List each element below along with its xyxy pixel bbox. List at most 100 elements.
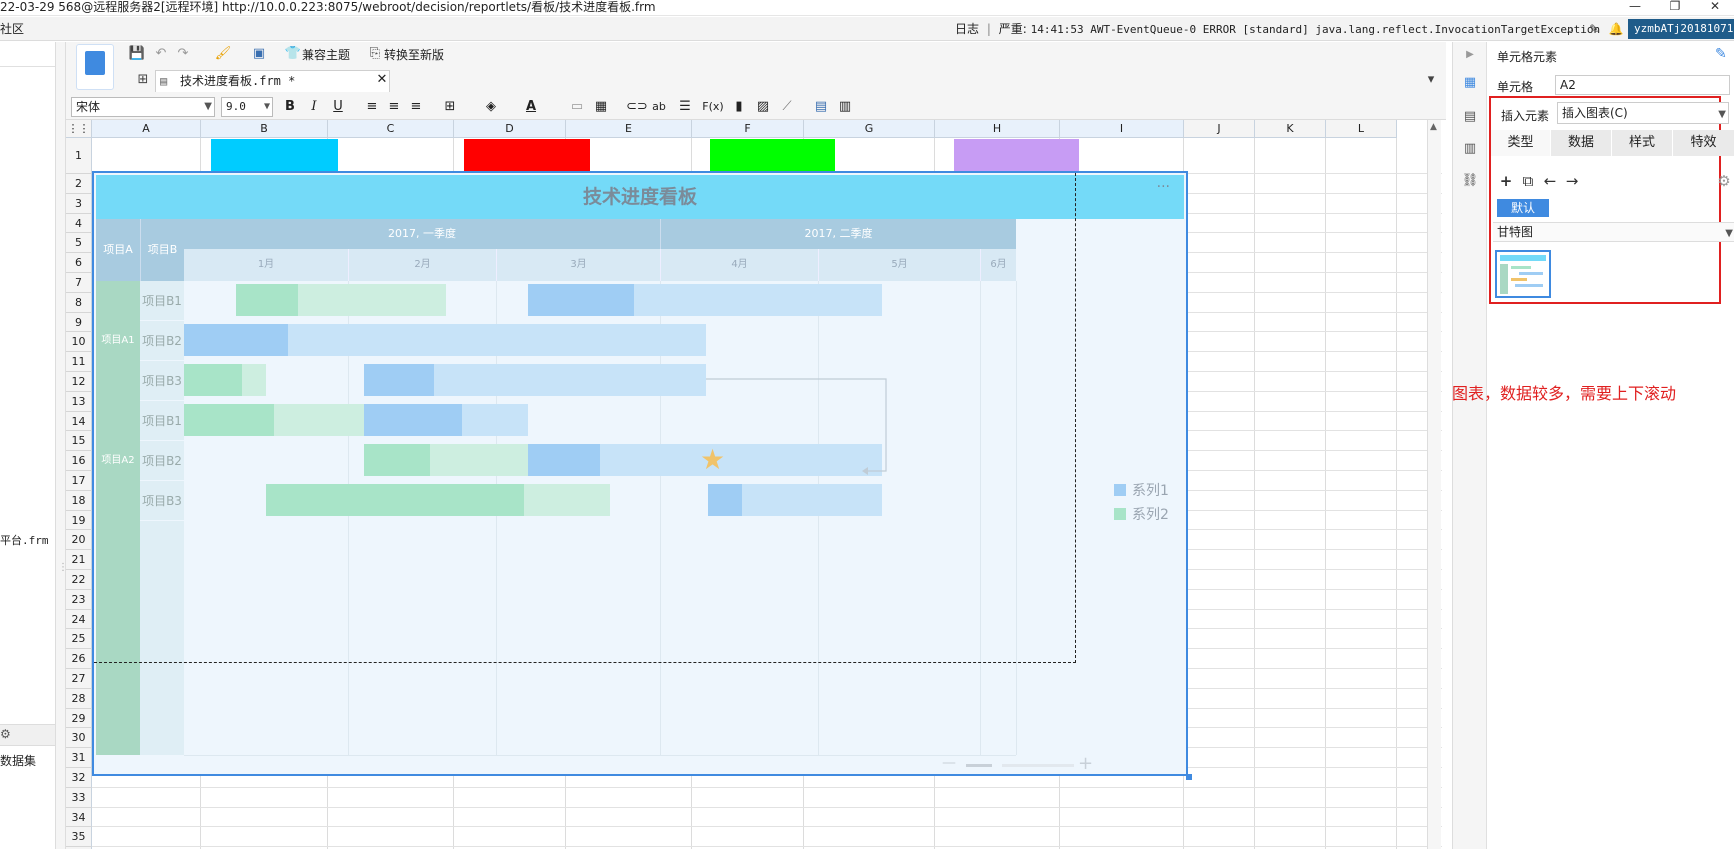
link-icon[interactable]: ⊂⊃	[626, 98, 648, 116]
color-swatch-b1[interactable]	[211, 139, 338, 173]
bold-button[interactable]: B	[281, 98, 299, 116]
hyperlink-icon[interactable]: ⛓	[1461, 172, 1479, 190]
grid-view-icon[interactable]: ⊞	[134, 71, 152, 89]
row-header[interactable]: 16	[66, 451, 92, 471]
tab-effects[interactable]: 特效	[1673, 130, 1734, 156]
row-header[interactable]: 33	[66, 787, 92, 808]
gantt-thumbnail[interactable]	[1495, 250, 1551, 298]
tab-menu-icon[interactable]: ▾	[1422, 71, 1440, 89]
row-header[interactable]: 10	[66, 332, 92, 353]
align-left-icon[interactable]: ≡	[363, 98, 381, 116]
align-right-icon[interactable]: ≡	[407, 98, 425, 116]
tab-data[interactable]: 数据	[1551, 130, 1612, 156]
cell-attr-icon[interactable]: ▤	[1461, 108, 1479, 126]
zoom-handle[interactable]	[966, 764, 992, 767]
sub-report-icon[interactable]: ▥	[836, 98, 854, 116]
convert-icon[interactable]: ⎘	[366, 45, 384, 63]
edit-icon[interactable]: ✎	[1715, 46, 1727, 62]
align-center-icon[interactable]: ≡	[385, 98, 403, 116]
legend-item[interactable]: 系列1	[1114, 479, 1169, 503]
row-header[interactable]: 18	[66, 490, 92, 511]
row-header[interactable]: 34	[66, 807, 92, 828]
theme-icon[interactable]: 👕	[284, 45, 302, 63]
row-header[interactable]: 28	[66, 688, 92, 709]
row-header[interactable]: 8	[66, 292, 92, 313]
file-item[interactable]: 平台.frm	[0, 532, 49, 548]
fill-color-icon[interactable]: ◈	[482, 98, 500, 116]
row-header[interactable]: 30	[66, 728, 92, 749]
row-header[interactable]: 12	[66, 372, 92, 392]
row-header[interactable]: 15	[66, 431, 92, 452]
row-header[interactable]: 3	[66, 193, 92, 214]
column-header[interactable]: I	[1060, 120, 1184, 138]
preview-icon[interactable]: ▣	[250, 45, 268, 63]
border-icon[interactable]: ⊞	[441, 98, 459, 116]
font-color-icon[interactable]: A	[522, 98, 540, 116]
column-header[interactable]: G	[804, 120, 935, 138]
panel-splitter[interactable]: ⋮	[56, 42, 68, 849]
column-header[interactable]: D	[454, 120, 566, 138]
vertical-scrollbar[interactable]: ▲	[1427, 120, 1441, 849]
row-header[interactable]: 14	[66, 411, 92, 432]
chart-type-select[interactable]: 甘特图 ▼	[1493, 222, 1734, 242]
app-menu-button[interactable]	[76, 44, 114, 90]
compat-theme-button[interactable]: 兼容主题	[302, 46, 350, 63]
row-header[interactable]: 9	[66, 312, 92, 333]
redo-icon[interactable]: ↷	[174, 45, 192, 63]
log-message[interactable]: 14:41:53 AWT-EventQueue-0 ERROR [standar…	[1031, 23, 1601, 36]
row-header[interactable]: 7	[66, 273, 92, 293]
arrow-left-icon[interactable]: ←	[1541, 172, 1559, 190]
row-header[interactable]: 20	[66, 530, 92, 551]
row-header[interactable]: 13	[66, 391, 92, 412]
row-header[interactable]: 23	[66, 589, 92, 610]
convert-new-button[interactable]: 转换至新版	[384, 46, 444, 63]
add-icon[interactable]: +	[1497, 172, 1515, 190]
cell-attr-icon[interactable]: ▤	[812, 98, 830, 116]
row-header[interactable]: 11	[66, 352, 92, 372]
dataset-tool-icon[interactable]: ⚙	[0, 727, 11, 741]
row-header[interactable]: 25	[66, 629, 92, 650]
insert-element-select[interactable]: 插入图表(C) ▼	[1557, 102, 1729, 124]
column-header[interactable]: C	[328, 120, 454, 138]
restore-icon[interactable]: ❐	[1660, 0, 1690, 15]
save-icon[interactable]: 💾	[128, 45, 146, 63]
row-header[interactable]: 17	[66, 471, 92, 491]
column-header[interactable]: E	[566, 120, 692, 138]
column-header[interactable]: F	[692, 120, 804, 138]
color-swatch-h1[interactable]	[954, 139, 1079, 173]
row-header[interactable]: 27	[66, 669, 92, 689]
column-header[interactable]: J	[1184, 120, 1255, 138]
font-size-select[interactable]: 9.0 ▼	[221, 97, 273, 117]
file-tab[interactable]: ▤ 技术进度看板.frm *	[155, 70, 390, 92]
row-header[interactable]: 32	[66, 768, 92, 788]
row-header[interactable]: 31	[66, 748, 92, 768]
row-header[interactable]: 19	[66, 510, 92, 531]
log-label[interactable]: 日志	[955, 22, 979, 36]
formula-button[interactable]: F(x)	[700, 98, 726, 116]
community-menu[interactable]: 社区	[0, 17, 24, 41]
column-header[interactable]: B	[201, 120, 328, 138]
row-header[interactable]: 29	[66, 708, 92, 729]
text-button[interactable]: ab	[650, 98, 668, 116]
condition-icon[interactable]: ▥	[1461, 140, 1479, 158]
font-family-select[interactable]: 宋体 ▼	[71, 97, 215, 117]
dataset-tab[interactable]: 数据集	[0, 752, 36, 769]
row-header[interactable]: 1	[66, 138, 92, 174]
copy-icon[interactable]: ⧉	[1519, 172, 1537, 190]
row-header[interactable]: 35	[66, 827, 92, 848]
select-all-corner[interactable]: ⋮⋮	[66, 120, 92, 138]
close-tab-icon[interactable]: ✕	[375, 71, 389, 89]
user-account[interactable]: yzmbATj20181071	[1628, 19, 1734, 39]
column-header[interactable]: L	[1326, 120, 1397, 138]
row-header[interactable]: 6	[66, 253, 92, 273]
arrow-right-icon[interactable]: →	[1563, 172, 1581, 190]
paragraph-icon[interactable]: ☰	[676, 98, 694, 116]
zoom-in-button[interactable]: +	[1078, 753, 1093, 774]
zoom-out-button[interactable]: —	[942, 755, 956, 771]
row-header[interactable]: 5	[66, 233, 92, 254]
italic-button[interactable]: I	[305, 98, 323, 116]
scroll-up-icon[interactable]: ▲	[1430, 122, 1437, 132]
column-header[interactable]: K	[1255, 120, 1326, 138]
tab-type[interactable]: 类型	[1491, 130, 1551, 156]
minimize-icon[interactable]: —	[1620, 0, 1650, 15]
